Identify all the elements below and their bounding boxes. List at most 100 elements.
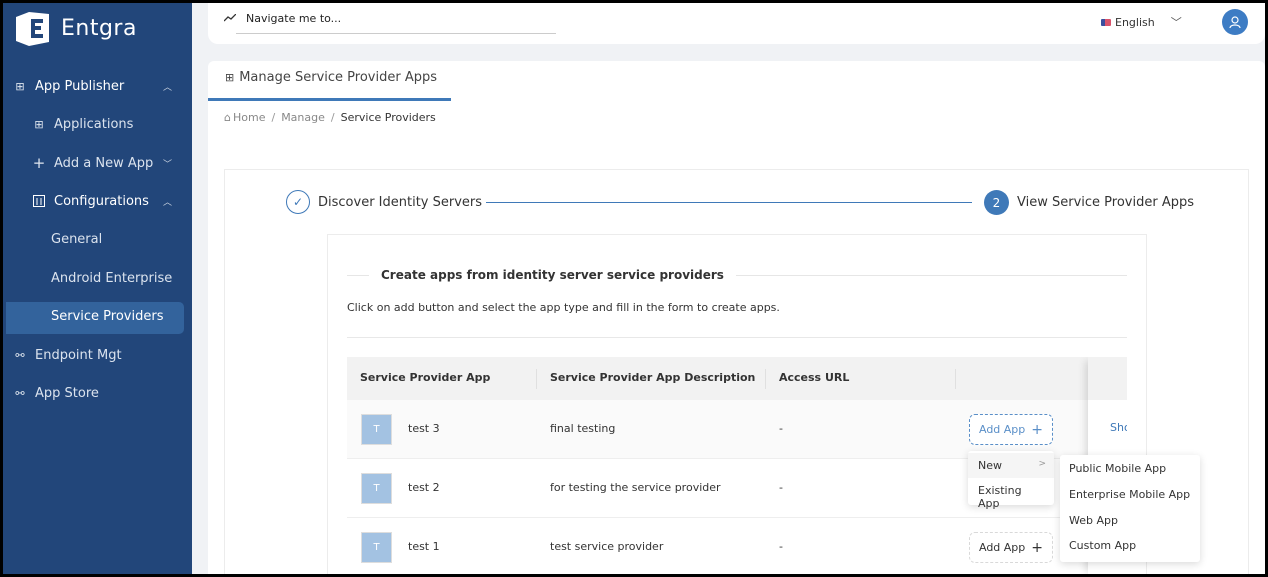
- menu-item-public-mobile-app[interactable]: Public Mobile App: [1069, 462, 1166, 475]
- add-app-button[interactable]: Add App +: [969, 532, 1053, 563]
- sidebar-item-label: Android Enterprise: [51, 270, 173, 286]
- plus-icon: +: [32, 154, 46, 172]
- grid-icon: ⊞: [34, 117, 44, 131]
- column-header-access-url: Access URL: [779, 371, 850, 384]
- grid-icon: ⊞: [15, 79, 25, 93]
- search-underline: [236, 33, 556, 34]
- app-description: for testing the service provider: [550, 481, 721, 494]
- plus-icon: +: [1031, 539, 1044, 556]
- step-number: 2: [984, 190, 1009, 215]
- sidebar-item-endpoint-mgt[interactable]: ⚯ Endpoint Mgt: [13, 339, 122, 371]
- breadcrumb-home[interactable]: Home: [233, 111, 265, 124]
- top-bar: Navigate me to... English ﹀: [208, 3, 1265, 44]
- app-avatar: T: [361, 532, 392, 563]
- chevron-down-icon: ﹀: [163, 159, 173, 170]
- sidebar-item-label: Add a New App: [54, 155, 154, 171]
- language-label: English: [1115, 15, 1155, 29]
- control-icon: [32, 194, 46, 208]
- user-avatar[interactable]: [1222, 9, 1248, 35]
- sidebar-item-label: App Publisher: [35, 78, 125, 94]
- section-title: Create apps from identity server service…: [381, 268, 724, 282]
- grid-icon: ⊞: [225, 71, 235, 84]
- section-description: Click on add button and select the app t…: [347, 301, 780, 314]
- sidebar: Entgra ⊞ App Publisher ︿ ⊞ Applications …: [3, 3, 192, 574]
- sidebar-item-app-store[interactable]: ⚯ App Store: [13, 377, 99, 409]
- trend-icon: [223, 12, 237, 25]
- chevron-right-icon: >: [1038, 459, 1046, 469]
- sidebar-item-android-enterprise[interactable]: Android Enterprise: [51, 262, 172, 294]
- logo[interactable]: Entgra: [13, 9, 137, 47]
- access-url: -: [779, 422, 783, 435]
- app-name: test 1: [408, 540, 440, 553]
- breadcrumb-current: Service Providers: [340, 111, 436, 124]
- sidebar-item-label: General: [51, 231, 103, 247]
- step-label: Discover Identity Servers: [318, 194, 483, 210]
- language-selector[interactable]: English ﹀: [1101, 14, 1182, 30]
- sidebar-item-service-providers[interactable]: Service Providers: [51, 300, 163, 332]
- table-row[interactable]: T test 1 test service provider - Add App…: [347, 518, 1127, 577]
- fixed-column-header: [1088, 357, 1127, 400]
- column-header-description: Service Provider App Description: [550, 371, 756, 384]
- page-header: ⊞ Manage Service Provider Apps: [208, 61, 1265, 101]
- search-placeholder: Navigate me to...: [246, 12, 342, 25]
- breadcrumb-manage[interactable]: Manage: [281, 111, 325, 124]
- link-icon: ⚯: [15, 386, 25, 400]
- table-header: Service Provider App Service Provider Ap…: [347, 357, 1127, 400]
- app-avatar: T: [361, 414, 392, 445]
- column-separator: [765, 369, 766, 389]
- sidebar-item-app-publisher[interactable]: ⊞ App Publisher ︿: [13, 70, 183, 102]
- sidebar-item-configurations[interactable]: Configurations ︿: [32, 185, 182, 217]
- add-app-label: Add App: [978, 423, 1026, 436]
- us-flag-icon: [1101, 18, 1111, 26]
- menu-item-label: New: [978, 459, 1002, 472]
- add-app-label: Add App: [978, 541, 1026, 554]
- page-title[interactable]: ⊞ Manage Service Provider Apps: [225, 70, 437, 85]
- user-icon: [1229, 15, 1241, 28]
- sidebar-item-applications[interactable]: ⊞ Applications: [32, 108, 182, 140]
- app-avatar: T: [361, 473, 392, 504]
- menu-item-enterprise-mobile-app[interactable]: Enterprise Mobile App: [1069, 488, 1190, 501]
- step-view-service-provider-apps[interactable]: 2 View Service Provider Apps: [984, 190, 1194, 215]
- step-discover-identity-servers[interactable]: ✓ Discover Identity Servers: [286, 190, 482, 214]
- app-name: test 3: [408, 422, 440, 435]
- add-app-dropdown: New > Existing App: [968, 451, 1054, 510]
- menu-item-custom-app[interactable]: Custom App: [1069, 539, 1136, 552]
- sidebar-item-label: Endpoint Mgt: [35, 347, 122, 363]
- step-label: View Service Provider Apps: [1017, 195, 1194, 210]
- sidebar-item-label: Applications: [54, 116, 134, 132]
- new-app-submenu: Public Mobile App Enterprise Mobile App …: [1060, 455, 1200, 562]
- breadcrumb-separator: /: [271, 111, 276, 124]
- entgra-logo-icon: [13, 9, 51, 47]
- sidebar-item-label: Configurations: [54, 193, 149, 209]
- chevron-up-icon: ︿: [163, 197, 173, 208]
- plus-icon: +: [1031, 421, 1044, 438]
- show-link[interactable]: Show: [1110, 421, 1127, 434]
- chevron-up-icon: ︿: [163, 82, 173, 93]
- divider: [347, 337, 1127, 338]
- menu-item-existing-app[interactable]: Existing App: [968, 478, 1054, 510]
- navigate-search[interactable]: Navigate me to...: [223, 12, 342, 25]
- menu-item-new[interactable]: New >: [968, 453, 1054, 478]
- home-icon: ⌂: [224, 111, 231, 124]
- column-separator: [536, 369, 537, 389]
- column-separator: [955, 369, 956, 389]
- sidebar-item-label: App Store: [35, 385, 99, 401]
- breadcrumb: ⌂ Home / Manage / Service Providers: [224, 111, 436, 124]
- add-app-button[interactable]: Add App +: [969, 414, 1053, 445]
- page-title-text: Manage Service Provider Apps: [239, 70, 437, 85]
- section-divider: Create apps from identity server service…: [347, 268, 1127, 282]
- app-description: test service provider: [550, 540, 664, 553]
- access-url: -: [779, 540, 783, 553]
- access-url: -: [779, 481, 783, 494]
- menu-item-web-app[interactable]: Web App: [1069, 514, 1118, 527]
- chevron-down-icon: ﹀: [1170, 16, 1182, 29]
- column-header-app: Service Provider App: [360, 371, 491, 384]
- app-description: final testing: [550, 422, 616, 435]
- link-icon: ⚯: [15, 348, 25, 362]
- step-connector: [486, 202, 972, 203]
- sidebar-item-label: Service Providers: [51, 308, 164, 324]
- sidebar-item-general[interactable]: General: [51, 223, 102, 255]
- brand-name: Entgra: [61, 15, 137, 41]
- app-name: test 2: [408, 481, 440, 494]
- sidebar-item-add-new-app[interactable]: + Add a New App ﹀: [32, 147, 182, 179]
